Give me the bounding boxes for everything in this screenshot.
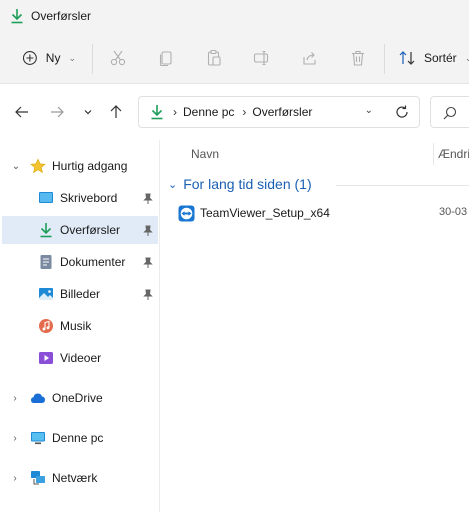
sidebar-item-label: Denne pc — [52, 431, 104, 445]
arrow-right-icon — [51, 106, 64, 118]
music-icon — [39, 319, 53, 333]
sidebar-item-label: Overførsler — [60, 223, 120, 237]
sidebar-item-network[interactable]: Netværk — [30, 464, 155, 492]
share-button[interactable] — [298, 46, 322, 70]
sidebar-item-label: OneDrive — [52, 391, 103, 405]
sidebar-item-desktop[interactable]: Skrivebord — [38, 184, 156, 212]
chevron-right-icon[interactable]: › — [9, 432, 21, 444]
cut-icon — [110, 50, 126, 66]
back-button[interactable] — [10, 100, 34, 124]
sidebar-item-pictures[interactable]: Billeder — [38, 280, 156, 308]
share-icon — [303, 52, 316, 65]
paste-button[interactable] — [202, 46, 226, 70]
sort-icon — [399, 51, 415, 65]
delete-button[interactable] — [346, 46, 370, 70]
sidebar-item-downloads[interactable]: Overførsler — [2, 216, 158, 244]
chevron-down-icon: ⌄ — [464, 52, 469, 63]
arrow-up-icon — [110, 105, 122, 118]
pin-icon[interactable] — [142, 257, 154, 269]
download-icon — [151, 105, 163, 120]
chevron-right-icon: › — [242, 105, 247, 119]
sidebar-item-label: Videoer — [60, 351, 102, 365]
paste-icon — [207, 49, 221, 66]
plus-circle-icon — [22, 51, 37, 65]
group-header-label: For lang tid siden (1) — [183, 176, 312, 192]
rename-button[interactable] — [250, 46, 274, 70]
videos-icon — [39, 352, 53, 364]
sidebar-item-quick-access[interactable]: Hurtig adgang — [30, 152, 155, 180]
sidebar-item-onedrive[interactable]: OneDrive — [30, 384, 155, 412]
file-list-pane: Navn Ændri ⌄ For lang tid siden (1) Team… — [160, 140, 469, 512]
copy-icon — [159, 51, 172, 67]
documents-icon — [40, 255, 52, 269]
list-item[interactable]: TeamViewer_Setup_x64 30-03 — [178, 202, 469, 224]
chevron-right-icon[interactable]: › — [9, 392, 21, 404]
address-bar[interactable]: › Denne pc › Overførsler ⌄ — [138, 96, 420, 128]
file-explorer-window: Overførsler Ny ⌄ Sortér ⌄ › Denne pc › O… — [0, 0, 469, 512]
download-icon — [40, 223, 52, 238]
teamviewer-icon — [178, 205, 195, 221]
sort-button[interactable]: Sortér ⌄ — [392, 44, 469, 72]
new-button-label: Ny — [45, 51, 61, 65]
column-header-date-modified[interactable]: Ændri — [438, 147, 469, 161]
group-header[interactable]: ⌄ For lang tid siden (1) — [168, 176, 312, 192]
chevron-down-icon: ⌄ — [168, 178, 178, 191]
navigation-pane: ⌄ Hurtig adgang Skrivebord Overførsler D… — [0, 140, 160, 512]
chevron-down-icon: ⌄ — [68, 52, 76, 63]
forward-button[interactable] — [45, 100, 69, 124]
sidebar-item-label: Hurtig adgang — [52, 159, 128, 173]
breadcrumb-downloads[interactable]: Overførsler — [252, 105, 312, 119]
copy-button[interactable] — [154, 46, 178, 70]
pictures-icon — [39, 288, 53, 300]
sidebar-item-this-pc[interactable]: Denne pc — [30, 424, 155, 452]
arrow-left-icon — [15, 106, 28, 118]
sidebar-item-label: Musik — [60, 319, 92, 333]
chevron-right-icon: › — [173, 105, 177, 119]
refresh-icon[interactable] — [393, 103, 411, 121]
sidebar-item-label: Dokumenter — [60, 255, 126, 269]
new-button[interactable]: Ny ⌄ — [14, 44, 76, 72]
column-divider[interactable] — [433, 143, 434, 165]
column-header-name[interactable]: Navn — [191, 147, 219, 161]
desktop-icon — [39, 192, 53, 203]
star-icon — [30, 158, 46, 174]
chevron-right-icon[interactable]: › — [9, 472, 21, 484]
divider — [92, 44, 93, 74]
window-title: Overførsler — [31, 9, 91, 23]
sidebar-item-music[interactable]: Musik — [38, 312, 156, 340]
search-icon — [443, 106, 457, 120]
network-icon — [31, 471, 45, 485]
file-name: TeamViewer_Setup_x64 — [200, 206, 330, 220]
search-box[interactable] — [430, 96, 469, 128]
download-icon — [11, 9, 23, 24]
delete-icon — [352, 50, 364, 66]
sidebar-item-documents[interactable]: Dokumenter — [38, 248, 156, 276]
computer-icon — [31, 432, 45, 445]
rename-icon — [253, 50, 269, 66]
group-divider — [336, 185, 469, 186]
cut-button[interactable] — [106, 46, 130, 70]
sidebar-item-label: Netværk — [52, 471, 98, 485]
cloud-icon — [31, 393, 45, 403]
address-dropdown-icon[interactable]: ⌄ — [365, 105, 373, 116]
sidebar-item-label: Billeder — [60, 287, 101, 301]
pin-icon[interactable] — [142, 225, 154, 237]
pin-icon[interactable] — [142, 289, 154, 301]
chevron-down-icon[interactable]: ⌄ — [10, 160, 22, 172]
pin-icon[interactable] — [142, 193, 154, 205]
sort-button-label: Sortér — [424, 51, 457, 65]
file-date: 30-03 — [439, 206, 468, 218]
breadcrumb-this-pc[interactable]: Denne pc — [183, 105, 234, 119]
chevron-down-icon — [84, 110, 92, 115]
up-button[interactable] — [104, 100, 128, 124]
title-bar: Overførsler — [0, 0, 469, 32]
command-bar: Ny ⌄ Sortér ⌄ — [0, 32, 469, 84]
sidebar-item-label: Skrivebord — [60, 191, 118, 205]
recent-locations-button[interactable] — [76, 100, 100, 124]
sidebar-item-videos[interactable]: Videoer — [38, 344, 156, 372]
divider — [384, 44, 385, 74]
